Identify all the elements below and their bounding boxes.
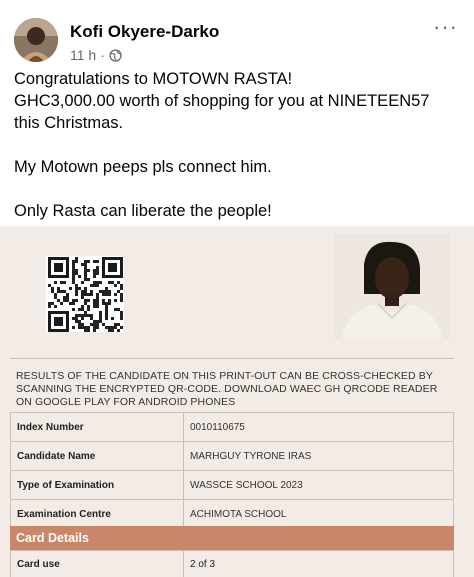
verification-notice: RESULTS OF THE CANDIDATE ON THIS PRINT-O… [16,370,438,408]
more-options-icon[interactable]: ··· [433,16,458,38]
qr-code [46,256,124,332]
candidate-photo [334,234,450,338]
post-photo[interactable]: RESULTS OF THE CANDIDATE ON THIS PRINT-O… [0,226,474,577]
post-meta: 11 h · [70,47,122,63]
post-line: My Motown peeps pls connect him. [14,158,272,176]
post-time[interactable]: 11 h [70,47,96,63]
post-line: this Christmas. [14,114,124,132]
globe-icon [109,48,122,62]
row-label: Type of Examination [10,470,184,500]
post-text: Congratulations to MOTOWN RASTA! GHC3,00… [14,68,460,222]
table-row: Index Number 0010110675 [10,412,454,442]
card-details-table: Card use 2 of 3 [10,550,454,577]
row-value: 0010110675 [183,412,454,442]
row-value: 2 of 3 [183,550,454,577]
row-value: MARHGUY TYRONE IRAS [183,441,454,471]
row-label: Index Number [10,412,184,442]
post-line: Only Rasta can liberate the people! [14,202,272,220]
table-row: Card use 2 of 3 [10,550,454,577]
row-label: Card use [10,550,184,577]
row-label: Examination Centre [10,499,184,529]
card-details-header: Card Details [10,526,454,550]
post-line: Congratulations to MOTOWN RASTA! [14,70,293,88]
author-name[interactable]: Kofi Okyere-Darko [70,22,219,42]
row-label: Candidate Name [10,441,184,471]
post-line: GHC3,000.00 worth of shopping for you at… [14,92,430,110]
table-row: Examination Centre ACHIMOTA SCHOOL [10,499,454,529]
row-value: ACHIMOTA SCHOOL [183,499,454,529]
row-value: WASSCE SCHOOL 2023 [183,470,454,500]
candidate-table: Index Number 0010110675 Candidate Name M… [10,412,454,529]
table-row: Type of Examination WASSCE SCHOOL 2023 [10,470,454,500]
post-header: Kofi Okyere-Darko 11 h · ··· [14,14,460,70]
avatar[interactable] [14,18,58,62]
table-row: Candidate Name MARHGUY TYRONE IRAS [10,441,454,471]
meta-separator: · [100,47,105,63]
